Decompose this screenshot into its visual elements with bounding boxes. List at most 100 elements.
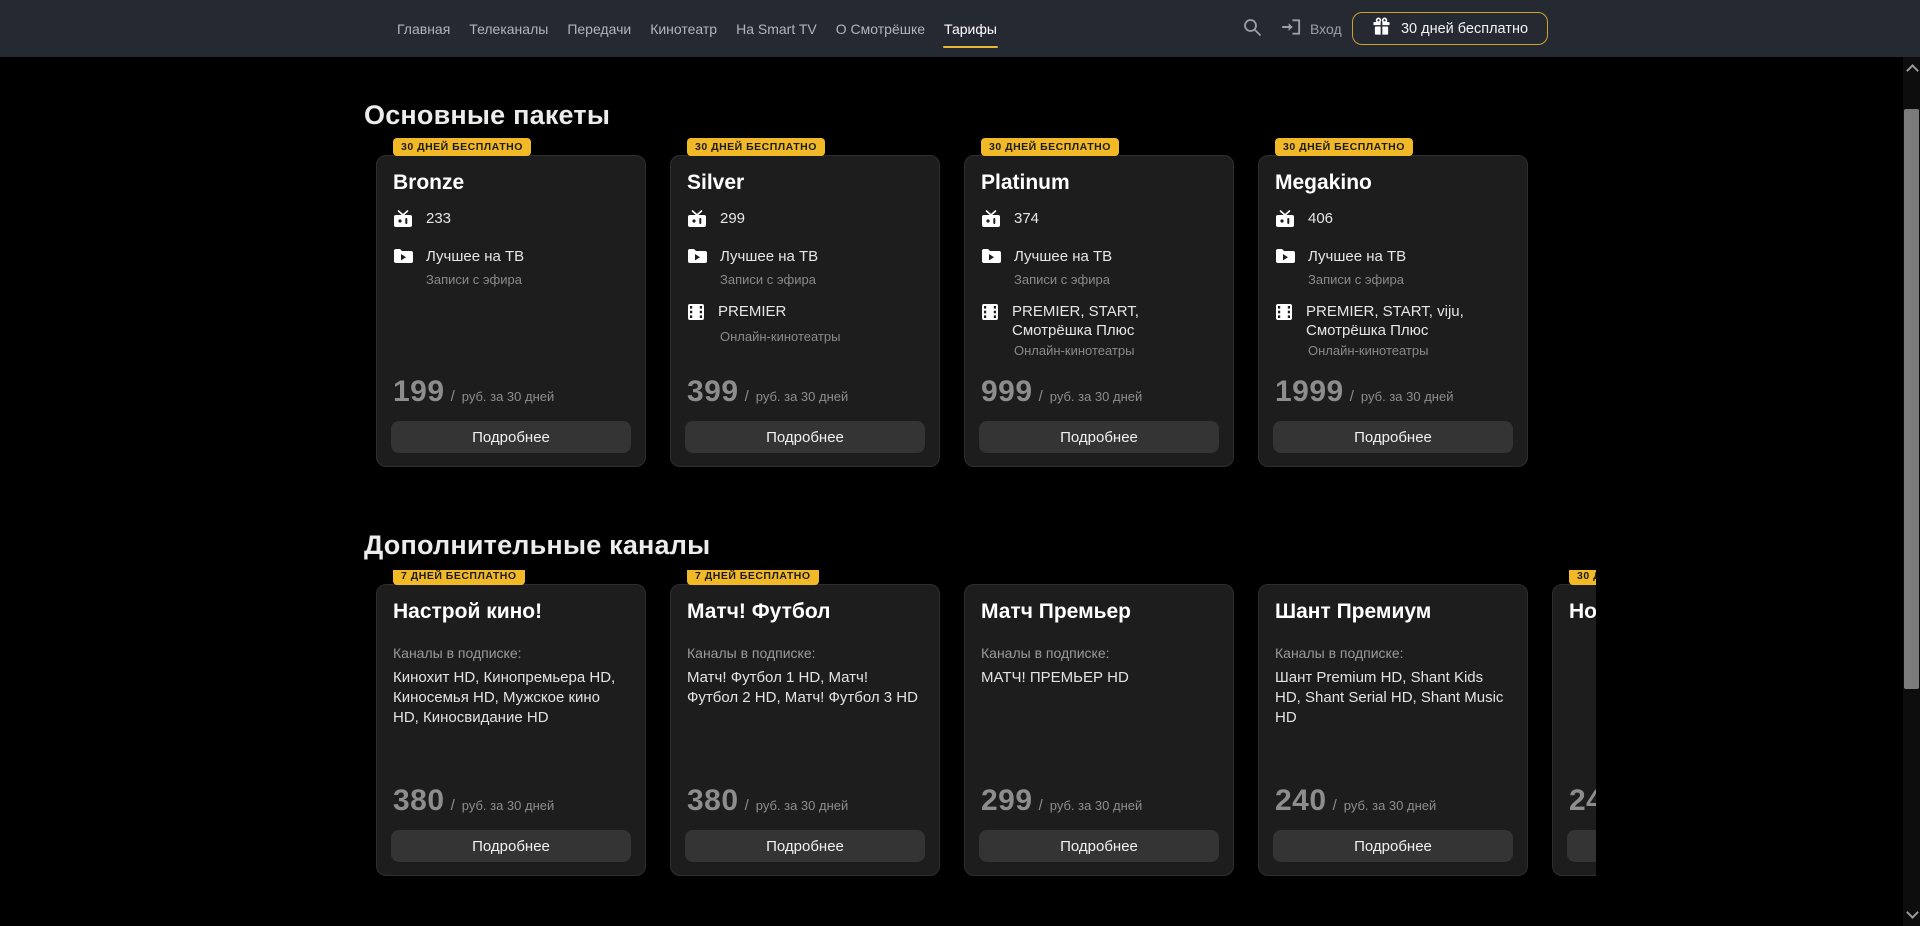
- channels-list: Матч! Футбол 1 HD, Матч! Футбол 2 HD, Ма…: [687, 668, 923, 708]
- channels-list: МАТЧ! ПРЕМЬЕР HD: [981, 668, 1217, 688]
- trial-badge: 30 ДНЕЙ БЕСПЛАТНО: [1275, 138, 1413, 156]
- channel-card-nochnoy-clipped: 30 ДНЕЙ БЕСПЛАТНО Ночной 240 / руб. за 3…: [1552, 584, 1596, 876]
- price-value: 240: [1275, 784, 1327, 818]
- tv-icon: [687, 209, 707, 233]
- feature-title: Лучшее на ТВ: [1308, 247, 1406, 266]
- extra-channels-carousel: 7 ДНЕЙ БЕСПЛАТНО Настрой кино! Каналы в …: [376, 570, 1596, 882]
- search-icon: [1241, 16, 1263, 43]
- details-button[interactable]: Подробнее: [685, 421, 925, 453]
- main-menu: Главная Телеканалы Передачи Кинотеатр На…: [396, 0, 998, 57]
- details-button[interactable]: Подробнее: [391, 830, 631, 862]
- section-title-primary-packages: Основные пакеты: [364, 100, 610, 131]
- feature-title: Лучшее на ТВ: [426, 247, 524, 266]
- price-row: 380 / руб. за 30 дней: [393, 784, 554, 818]
- nav-item-o-smotreshke[interactable]: О Смотрёшке: [835, 17, 926, 41]
- channel-pack-title: Ночной: [1569, 599, 1596, 624]
- tariff-card-platinum: 30 ДНЕЙ БЕСПЛАТНО Platinum 374 Лучшее на…: [964, 155, 1234, 467]
- nav-item-kinoteatr[interactable]: Кинотеатр: [649, 17, 718, 41]
- channel-pack-title: Матч! Футбол: [687, 599, 923, 624]
- channel-pack-title: Матч Премьер: [981, 599, 1217, 624]
- login-label: Вход: [1310, 21, 1342, 37]
- trial-badge: 30 ДНЕЙ БЕСПЛАТНО: [981, 138, 1119, 156]
- feature-title: PREMIER, START, Смотрёшка Плюс: [1012, 302, 1217, 340]
- tv-icon: [1275, 209, 1295, 233]
- price-divider: /: [451, 797, 455, 814]
- channels-count: 233: [426, 209, 451, 228]
- details-button[interactable]: Подробнее: [685, 830, 925, 862]
- folder-play-icon: [393, 247, 413, 269]
- feature-subtitle: Онлайн-кинотеатры: [1308, 343, 1511, 359]
- trial-badge: 7 ДНЕЙ БЕСПЛАТНО: [393, 570, 525, 585]
- price-row: 240 / руб. за 30 дней: [1275, 784, 1436, 818]
- price-divider: /: [1333, 797, 1337, 814]
- feature-title: PREMIER, START, viju, Смотрёшка Плюс: [1306, 302, 1511, 340]
- price-period: руб. за 30 дней: [1050, 389, 1143, 404]
- nav-item-glavnaya[interactable]: Главная: [396, 17, 451, 41]
- channel-pack-title: Шант Премиум: [1275, 599, 1511, 624]
- nav-item-telekanaly[interactable]: Телеканалы: [468, 17, 549, 41]
- scrollbar-up-arrow-icon[interactable]: [1906, 64, 1919, 77]
- details-button[interactable]: Подробнее: [1273, 830, 1513, 862]
- price-period: руб. за 30 дней: [1361, 389, 1454, 404]
- price-value: 380: [687, 784, 739, 818]
- nav-item-smart-tv[interactable]: На Smart TV: [735, 17, 818, 41]
- vertical-scrollbar[interactable]: [1903, 57, 1920, 926]
- price-divider: /: [745, 388, 749, 405]
- trial-badge: 30 ДНЕЙ БЕСПЛАТНО: [687, 138, 825, 156]
- scrollbar-down-arrow-icon[interactable]: [1906, 906, 1919, 919]
- login-icon: [1281, 17, 1302, 40]
- nav-item-tarify-active[interactable]: Тарифы: [943, 17, 998, 41]
- scrollbar-thumb[interactable]: [1904, 109, 1919, 689]
- price-period: руб. за 30 дней: [1050, 798, 1143, 813]
- folder-play-icon: [981, 247, 1001, 269]
- details-button[interactable]: Подробнее: [979, 830, 1219, 862]
- feature-subtitle: Онлайн-кинотеатры: [720, 329, 923, 345]
- feature-title: Лучшее на ТВ: [720, 247, 818, 266]
- price-row: 240 / руб. за 30 дней: [1569, 784, 1596, 818]
- free-trial-button[interactable]: 30 дней бесплатно: [1352, 12, 1548, 45]
- login-button[interactable]: Вход: [1281, 0, 1342, 57]
- nav-item-peredachi[interactable]: Передачи: [566, 17, 632, 41]
- price-value: 1999: [1275, 375, 1344, 409]
- feature-subtitle: Записи с эфира: [720, 272, 923, 288]
- details-button[interactable]: Подробнее: [979, 421, 1219, 453]
- feature-subtitle: Записи с эфира: [426, 272, 629, 288]
- price-divider: /: [1039, 388, 1043, 405]
- price-period: руб. за 30 дней: [1344, 798, 1437, 813]
- price-value: 199: [393, 375, 445, 409]
- search-button[interactable]: [1238, 15, 1266, 43]
- section-title-extra-channels: Дополнительные каналы: [364, 530, 710, 561]
- tariff-title: Bronze: [393, 170, 629, 195]
- feature-subtitle: Онлайн-кинотеатры: [1014, 343, 1217, 359]
- channels-list: Кинохит HD, Кинопремьера HD, Киносемья H…: [393, 668, 629, 728]
- price-period: руб. за 30 дней: [462, 798, 555, 813]
- channels-label: Каналы в подписке:: [393, 645, 629, 661]
- details-button[interactable]: Подробнее: [1273, 421, 1513, 453]
- price-row: 399 / руб. за 30 дней: [687, 375, 848, 409]
- tariff-title: Platinum: [981, 170, 1217, 195]
- price-divider: /: [451, 388, 455, 405]
- gift-icon: [1372, 17, 1391, 40]
- details-button[interactable]: Подробнее: [391, 421, 631, 453]
- price-row: 380 / руб. за 30 дней: [687, 784, 848, 818]
- tariff-card-bronze: 30 ДНЕЙ БЕСПЛАТНО Bronze 233 Лучшее на Т…: [376, 155, 646, 467]
- price-divider: /: [1350, 388, 1354, 405]
- price-value: 399: [687, 375, 739, 409]
- trial-badge: 7 ДНЕЙ БЕСПЛАТНО: [687, 570, 819, 585]
- film-icon: [981, 302, 999, 326]
- channel-card-nastroy-kino: 7 ДНЕЙ БЕСПЛАТНО Настрой кино! Каналы в …: [376, 584, 646, 876]
- tv-icon: [981, 209, 1001, 233]
- free-trial-label: 30 дней бесплатно: [1401, 21, 1528, 37]
- channels-label: Каналы в подписке:: [981, 645, 1217, 661]
- price-period: руб. за 30 дней: [756, 389, 849, 404]
- channel-card-match-premier: Матч Премьер Каналы в подписке: МАТЧ! ПР…: [964, 584, 1234, 876]
- channels-list: Шант Premium HD, Shant Kids HD, Shant Se…: [1275, 668, 1511, 728]
- details-button[interactable]: Подробнее: [1567, 830, 1596, 862]
- channels-count: 374: [1014, 209, 1039, 228]
- price-period: руб. за 30 дней: [462, 389, 555, 404]
- price-value: 380: [393, 784, 445, 818]
- film-icon: [687, 302, 705, 326]
- channel-card-match-futbol: 7 ДНЕЙ БЕСПЛАТНО Матч! Футбол Каналы в п…: [670, 584, 940, 876]
- tariff-card-silver: 30 ДНЕЙ БЕСПЛАТНО Silver 299 Лучшее на Т…: [670, 155, 940, 467]
- feature-title: PREMIER: [718, 302, 786, 321]
